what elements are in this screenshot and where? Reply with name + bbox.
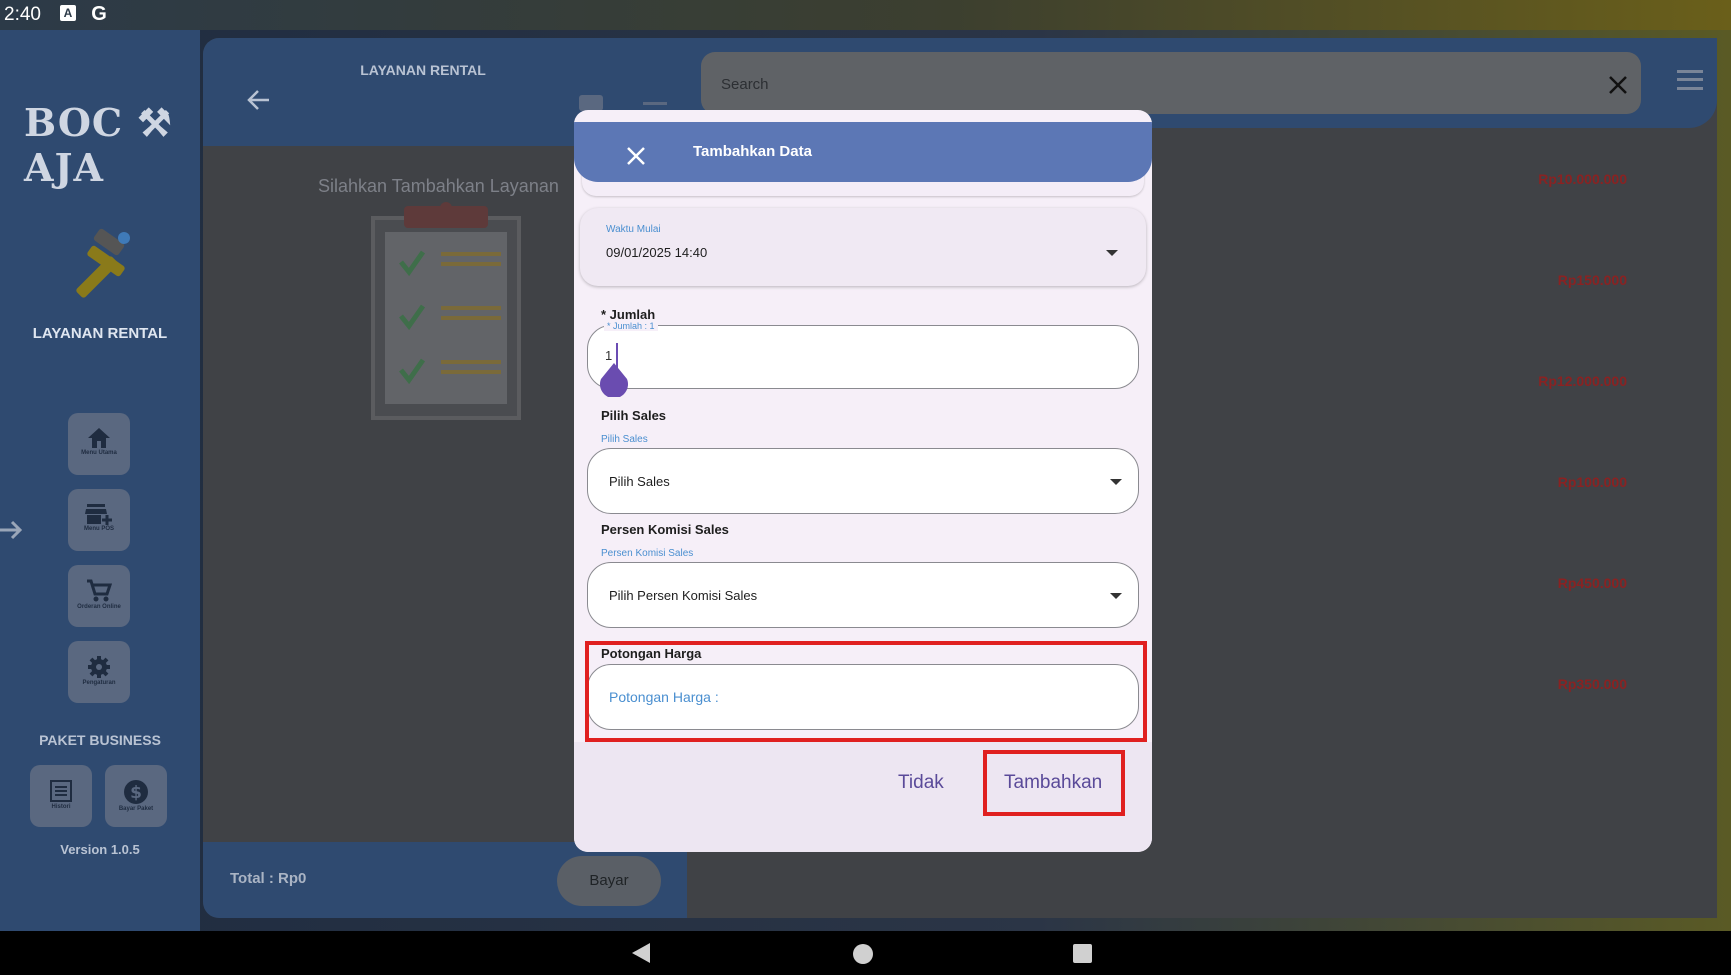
system-nav-bar (0, 931, 1731, 975)
sidebar: BOC ⚒ AJA LAYANAN RENTAL Menu Utama Menu… (0, 30, 200, 931)
add-button[interactable]: Tambahkan (1004, 772, 1102, 794)
komisi-dropdown[interactable]: Pilih Persen Komisi Sales (587, 562, 1139, 628)
service-price: Rp150.000 (1557, 272, 1627, 288)
service-price: Rp10.000.000 (1538, 171, 1627, 187)
brand-logo: BOC ⚒ AJA (24, 100, 173, 190)
jumlah-section-label: * Jumlah (601, 307, 656, 322)
chevron-down-icon (1106, 250, 1118, 256)
nav-pengaturan-label: Pengaturan (82, 680, 116, 686)
close-icon[interactable] (624, 144, 648, 168)
chevron-down-icon (1110, 593, 1122, 599)
home-icon (88, 428, 110, 448)
dialog-header: Tambahkan Data (574, 122, 1152, 182)
sales-section-label: Pilih Sales (601, 408, 667, 423)
jumlah-input[interactable]: 1 (587, 325, 1139, 389)
nav-orderan-online-label: Orderan Online (77, 604, 121, 610)
dollar-icon: $ (124, 780, 148, 804)
nav-pengaturan-button[interactable]: Pengaturan (68, 641, 130, 703)
version-label: Version 1.0.5 (60, 842, 140, 857)
arrow-right-icon[interactable] (0, 515, 26, 545)
a-icon: A (60, 5, 76, 21)
svg-text:$: $ (130, 783, 142, 803)
clipboard-checklist-icon (371, 202, 521, 420)
text-cursor-handle[interactable] (599, 363, 629, 397)
home-circle-icon[interactable] (853, 944, 873, 964)
start-time-value: 09/01/2025 14:40 (606, 245, 708, 260)
service-price: Rp350.000 (1557, 676, 1627, 692)
nav-menu-utama-button[interactable]: Menu Utama (68, 413, 130, 475)
jumlah-value: 1 (605, 348, 613, 363)
komisi-float-label: Persen Komisi Sales (601, 548, 694, 559)
hammer-logo-icon (76, 228, 130, 298)
add-data-dialog: Tambahkan Data Waktu Mulai 09/01/2025 14… (574, 110, 1152, 852)
store-add-icon (85, 504, 112, 525)
empty-cart-text: Silahkan Tambahkan Layanan (318, 176, 559, 196)
bayar-button[interactable]: Bayar (557, 856, 661, 906)
status-clock: 2:40 (4, 4, 41, 25)
back-icon[interactable] (632, 943, 650, 963)
paket-bayar-label: Bayar Paket (118, 806, 154, 812)
service-price: Rp450.000 (1557, 575, 1627, 591)
paket-bayar-button[interactable]: $ Bayar Paket (105, 765, 167, 827)
print-icon[interactable] (579, 95, 603, 111)
sidebar-title: LAYANAN RENTAL (32, 325, 168, 342)
search-input[interactable]: Search (701, 52, 1641, 114)
dialog-title: Tambahkan Data (693, 143, 812, 160)
start-time-label: Waktu Mulai (606, 224, 661, 235)
cart-icon (87, 579, 112, 602)
chevron-down-icon (1110, 479, 1122, 485)
nav-menu-pos-label: Menu POS (83, 526, 114, 532)
paket-histori-label: Histori (51, 804, 71, 810)
google-icon: G (91, 3, 107, 25)
start-time-dropdown[interactable]: Waktu Mulai 09/01/2025 14:40 (580, 208, 1146, 286)
sales-dropdown[interactable]: Pilih Sales (587, 448, 1139, 514)
list-icon (50, 780, 72, 802)
service-price: Rp12.000.000 (1538, 373, 1627, 389)
nav-menu-pos-button[interactable]: Menu POS (68, 489, 130, 551)
paket-histori-button[interactable]: Histori (30, 765, 92, 827)
nav-menu-utama-label: Menu Utama (81, 450, 117, 456)
cancel-button[interactable]: Tidak (898, 772, 944, 794)
back-arrow-icon[interactable] (245, 86, 273, 114)
service-price: Rp100.000 (1557, 474, 1627, 490)
status-bar: 2:40 A G (0, 0, 1731, 30)
paket-section-title: PAKET BUSINESS (39, 732, 161, 748)
jumlah-float-label: * Jumlah : 1 (604, 321, 658, 331)
cart-footer: Total : Rp0 Bayar (203, 842, 687, 918)
close-icon[interactable] (1605, 72, 1631, 98)
hamburger-menu-icon[interactable] (1677, 70, 1703, 90)
total-label: Total : Rp0 (230, 870, 307, 887)
komisi-value: Pilih Persen Komisi Sales (609, 588, 758, 603)
recents-square-icon[interactable] (1073, 944, 1092, 963)
search-placeholder: Search (721, 76, 769, 93)
cart-title: LAYANAN RENTAL (360, 62, 486, 78)
gear-icon (88, 656, 110, 678)
nav-orderan-online-button[interactable]: Orderan Online (68, 565, 130, 627)
highlight-box (585, 641, 1147, 742)
dialog-actions: Tidak Tambahkan (574, 742, 1152, 852)
komisi-section-label: Persen Komisi Sales (601, 522, 729, 537)
sales-float-label: Pilih Sales (601, 434, 648, 445)
sales-value: Pilih Sales (609, 474, 670, 489)
